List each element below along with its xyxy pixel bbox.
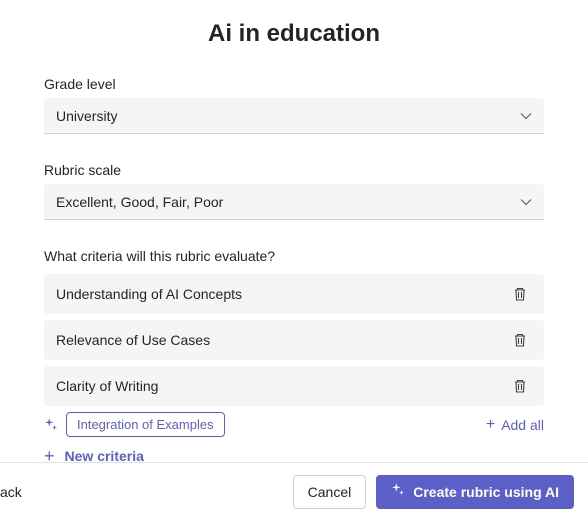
sparkle-icon (391, 483, 405, 500)
grade-level-value: University (56, 108, 117, 124)
chevron-down-icon (520, 196, 532, 208)
sparkle-icon (44, 418, 58, 432)
suggestion-chip[interactable]: Integration of Examples (66, 412, 225, 437)
add-all-button[interactable]: + Add all (486, 417, 544, 433)
criteria-question: What criteria will this rubric evaluate? (44, 248, 544, 264)
cancel-button[interactable]: Cancel (293, 475, 367, 509)
chevron-down-icon (520, 110, 532, 122)
delete-icon[interactable] (508, 374, 532, 398)
create-rubric-label: Create rubric using AI (413, 484, 559, 500)
delete-icon[interactable] (508, 282, 532, 306)
create-rubric-button[interactable]: Create rubric using AI (376, 475, 574, 509)
plus-icon: + (486, 417, 495, 433)
criteria-text: Relevance of Use Cases (56, 332, 210, 348)
footer-bar: ack Cancel Create rubric using AI (0, 462, 588, 520)
rubric-scale-value: Excellent, Good, Fair, Poor (56, 194, 223, 210)
criteria-row[interactable]: Clarity of Writing (44, 366, 544, 406)
page-title: Ai in education (44, 20, 544, 48)
add-all-label: Add all (501, 417, 544, 433)
rubric-scale-select[interactable]: Excellent, Good, Fair, Poor (44, 184, 544, 220)
criteria-text: Understanding of AI Concepts (56, 286, 242, 302)
rubric-scale-label: Rubric scale (44, 162, 544, 178)
delete-icon[interactable] (508, 328, 532, 352)
back-button-fragment[interactable]: ack (0, 484, 22, 500)
grade-level-select[interactable]: University (44, 98, 544, 134)
grade-level-label: Grade level (44, 76, 544, 92)
criteria-text: Clarity of Writing (56, 378, 158, 394)
criteria-row[interactable]: Relevance of Use Cases (44, 320, 544, 360)
criteria-list: Understanding of AI Concepts Relevance of… (44, 274, 544, 406)
criteria-row[interactable]: Understanding of AI Concepts (44, 274, 544, 314)
